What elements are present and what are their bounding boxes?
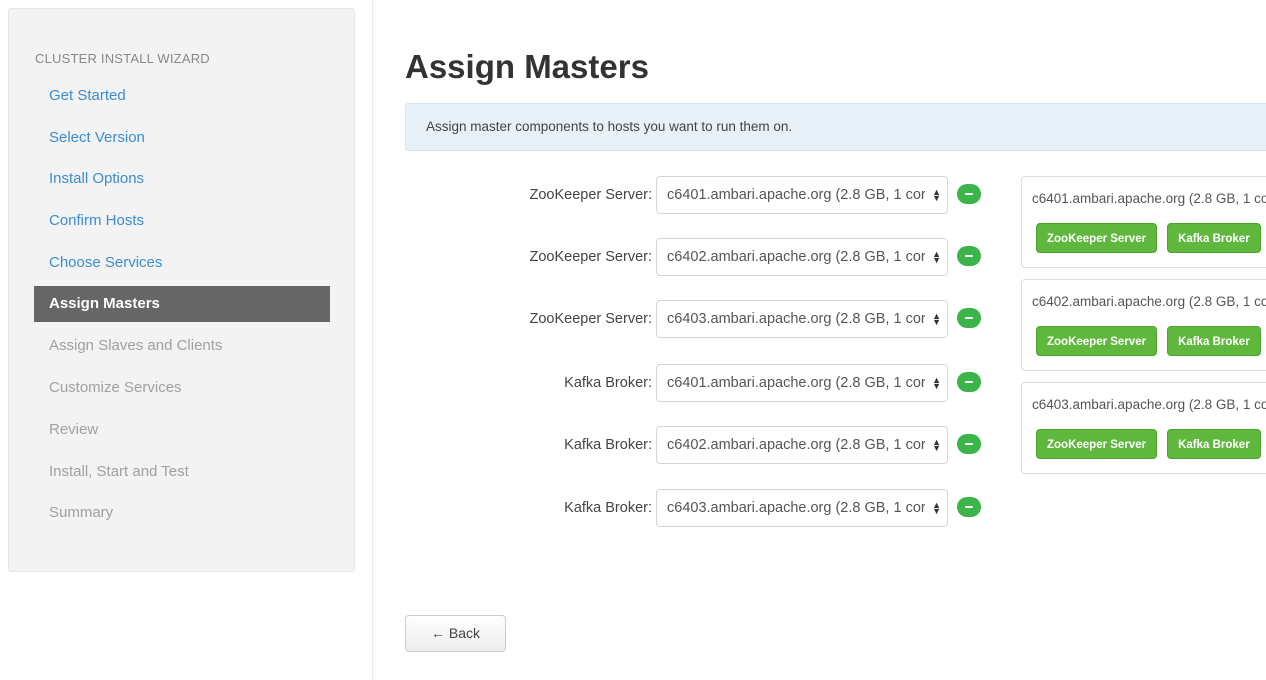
component-label: Kafka Broker: bbox=[564, 437, 652, 453]
component-chips: ZooKeeper Server Kafka Broker bbox=[1036, 223, 1266, 253]
sidebar-item-select-version[interactable]: Select Version bbox=[34, 117, 330, 159]
sidebar-item-choose-services[interactable]: Choose Services bbox=[34, 242, 330, 284]
assignment-row: Kafka Broker: c6403.ambari.apache.org (2… bbox=[405, 489, 985, 527]
component-label: Kafka Broker: bbox=[564, 500, 652, 516]
page-title: Assign Masters bbox=[405, 48, 649, 85]
sidebar-item-get-started[interactable]: Get Started bbox=[34, 75, 330, 117]
sidebar-item-install-start-test: Install, Start and Test bbox=[49, 462, 189, 480]
add-component-button[interactable] bbox=[957, 184, 981, 204]
component-label: ZooKeeper Server: bbox=[529, 311, 652, 327]
host-card-name: c6403.ambari.apache.org (2.8 GB, 1 cores… bbox=[1032, 397, 1266, 412]
assignment-row: ZooKeeper Server: c6401.ambari.apache.or… bbox=[405, 176, 985, 214]
back-button[interactable]: ← Back bbox=[405, 615, 506, 652]
sidebar-item-summary: Summary bbox=[49, 504, 114, 522]
component-chip: Kafka Broker bbox=[1167, 429, 1261, 459]
host-select[interactable]: c6401.ambari.apache.org (2.8 GB, 1 cores… bbox=[656, 176, 948, 214]
add-component-button[interactable] bbox=[957, 497, 981, 517]
component-label: Kafka Broker: bbox=[564, 375, 652, 391]
up-down-caret-icon: ▲ ▼ bbox=[932, 500, 941, 516]
sidebar-item-customize-services: Customize Services bbox=[49, 379, 182, 397]
component-chip: Kafka Broker bbox=[1167, 223, 1261, 253]
sidebar-item-review: Review bbox=[49, 420, 99, 438]
assignment-row: ZooKeeper Server: c6402.ambari.apache.or… bbox=[405, 238, 985, 276]
up-down-caret-icon: ▲ ▼ bbox=[932, 311, 941, 327]
wizard-steps: Get Started Select Version Install Optio… bbox=[34, 75, 330, 534]
component-chip: ZooKeeper Server bbox=[1036, 429, 1158, 459]
host-select[interactable]: c6402.ambari.apache.org (2.8 GB, 1 cores… bbox=[656, 426, 948, 464]
host-card: c6402.ambari.apache.org (2.8 GB, 1 cores… bbox=[1021, 279, 1266, 371]
component-label: ZooKeeper Server: bbox=[529, 249, 652, 265]
up-down-caret-icon: ▲ ▼ bbox=[932, 375, 941, 391]
sidebar-item-confirm-hosts[interactable]: Confirm Hosts bbox=[34, 200, 330, 242]
host-select-value: c6403.ambari.apache.org (2.8 GB, 1 cores… bbox=[667, 500, 925, 516]
host-select[interactable]: c6402.ambari.apache.org (2.8 GB, 1 cores… bbox=[656, 238, 948, 276]
host-select-value: c6401.ambari.apache.org (2.8 GB, 1 cores… bbox=[667, 187, 925, 203]
up-down-caret-icon: ▲ ▼ bbox=[932, 437, 941, 453]
assignment-row: Kafka Broker: c6401.ambari.apache.org (2… bbox=[405, 364, 985, 402]
host-select-value: c6403.ambari.apache.org (2.8 GB, 1 cores… bbox=[667, 311, 925, 327]
assignment-row: Kafka Broker: c6402.ambari.apache.org (2… bbox=[405, 426, 985, 464]
assignment-row: ZooKeeper Server: c6403.ambari.apache.or… bbox=[405, 300, 985, 338]
info-alert-text: Assign master components to hosts you wa… bbox=[426, 119, 793, 134]
sidebar-item-assign-slaves-and-clients: Assign Slaves and Clients bbox=[49, 337, 223, 355]
host-select[interactable]: c6403.ambari.apache.org (2.8 GB, 1 cores… bbox=[656, 300, 948, 338]
host-card-name: c6401.ambari.apache.org (2.8 GB, 1 cores… bbox=[1032, 191, 1266, 206]
component-chip: ZooKeeper Server bbox=[1036, 223, 1158, 253]
component-chip: Kafka Broker bbox=[1167, 326, 1261, 356]
host-select-value: c6401.ambari.apache.org (2.8 GB, 1 cores… bbox=[667, 375, 925, 391]
add-component-button[interactable] bbox=[957, 308, 981, 328]
host-select-value: c6402.ambari.apache.org (2.8 GB, 1 cores… bbox=[667, 437, 925, 453]
sidebar-heading: CLUSTER INSTALL WIZARD bbox=[35, 51, 210, 66]
component-chip: ZooKeeper Server bbox=[1036, 326, 1158, 356]
add-component-button[interactable] bbox=[957, 372, 981, 392]
up-down-caret-icon: ▲ ▼ bbox=[932, 249, 941, 265]
component-chips: ZooKeeper Server Kafka Broker bbox=[1036, 326, 1266, 356]
sidebar-item-install-options[interactable]: Install Options bbox=[34, 158, 330, 200]
add-component-button[interactable] bbox=[957, 246, 981, 266]
content-divider bbox=[372, 0, 373, 680]
wizard-sidebar: CLUSTER INSTALL WIZARD Get Started Selec… bbox=[8, 8, 355, 572]
component-label: ZooKeeper Server: bbox=[529, 187, 652, 203]
sidebar-item-assign-masters: Assign Masters bbox=[34, 286, 330, 323]
host-card: c6403.ambari.apache.org (2.8 GB, 1 cores… bbox=[1021, 382, 1266, 474]
component-chips: ZooKeeper Server Kafka Broker bbox=[1036, 429, 1266, 459]
host-select-value: c6402.ambari.apache.org (2.8 GB, 1 cores… bbox=[667, 249, 925, 265]
add-component-button[interactable] bbox=[957, 434, 981, 454]
host-card: c6401.ambari.apache.org (2.8 GB, 1 cores… bbox=[1021, 176, 1266, 268]
info-alert: Assign master components to hosts you wa… bbox=[405, 103, 1266, 151]
up-down-caret-icon: ▲ ▼ bbox=[932, 187, 941, 203]
host-select[interactable]: c6401.ambari.apache.org (2.8 GB, 1 cores… bbox=[656, 364, 948, 402]
host-select[interactable]: c6403.ambari.apache.org (2.8 GB, 1 cores… bbox=[656, 489, 948, 527]
host-card-name: c6402.ambari.apache.org (2.8 GB, 1 cores… bbox=[1032, 294, 1266, 309]
